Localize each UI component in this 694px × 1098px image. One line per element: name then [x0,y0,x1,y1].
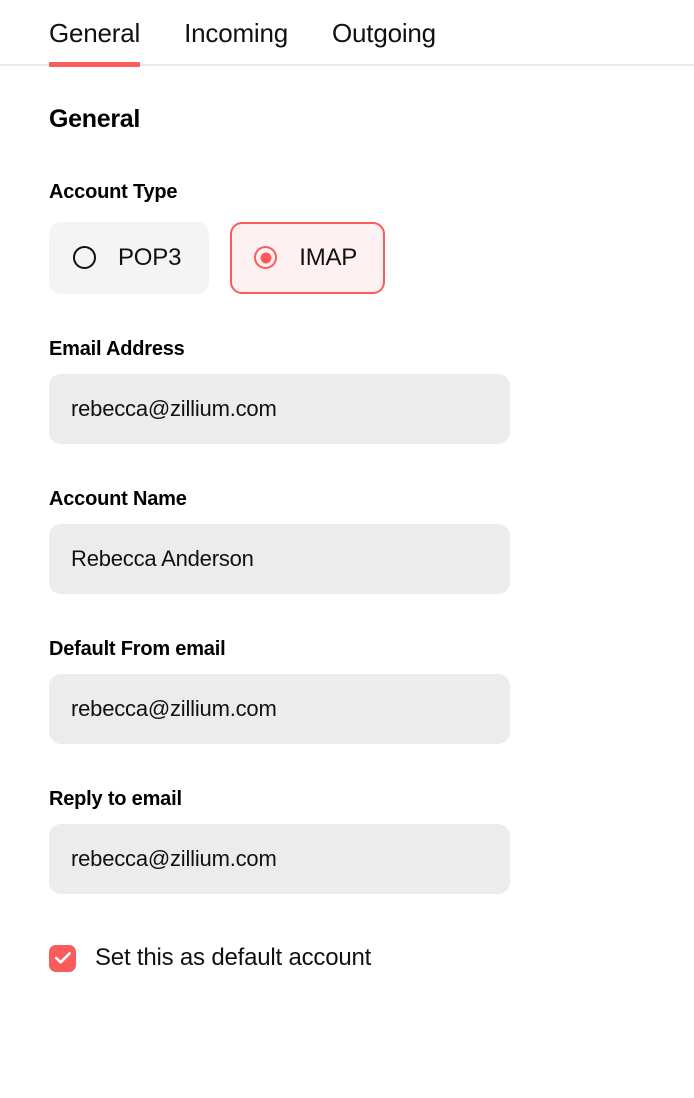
default-from-email-label: Default From email [49,638,694,660]
email-address-label: Email Address [49,338,694,360]
tab-general-label: General [49,18,140,48]
tab-incoming[interactable]: Incoming [184,0,288,46]
default-from-email-input[interactable] [49,674,510,744]
check-icon [54,952,71,965]
tab-outgoing[interactable]: Outgoing [332,0,436,46]
radio-unchecked-icon [73,246,96,269]
reply-to-email-label: Reply to email [49,788,694,810]
page-title: General [49,106,694,134]
account-name-label: Account Name [49,488,694,510]
default-account-checkbox-label: Set this as default account [95,946,371,970]
checkbox-checked-icon[interactable] [49,945,76,972]
account-name-input[interactable] [49,524,510,594]
default-account-checkbox-row[interactable]: Set this as default account [49,945,694,972]
account-type-option-imap[interactable]: IMAP [230,222,385,294]
active-tab-indicator [49,62,140,67]
email-address-input[interactable] [49,374,510,444]
tab-incoming-label: Incoming [184,18,288,48]
email-address-field-group: Email Address [49,338,694,444]
tab-outgoing-label: Outgoing [332,18,436,48]
general-settings-panel: General Account Type POP3 IMAP Email Add… [0,106,694,972]
reply-to-email-input[interactable] [49,824,510,894]
account-type-option-pop3-label: POP3 [118,246,181,270]
default-from-email-field-group: Default From email [49,638,694,744]
radio-checked-icon [254,246,277,269]
tab-bar: General Incoming Outgoing [0,0,694,66]
account-type-option-pop3[interactable]: POP3 [49,222,209,294]
account-name-field-group: Account Name [49,488,694,594]
account-type-option-imap-label: IMAP [299,246,357,270]
reply-to-email-field-group: Reply to email [49,788,694,894]
tab-general[interactable]: General [49,0,140,46]
account-type-label: Account Type [49,181,694,203]
account-type-radio-group: POP3 IMAP [49,222,694,294]
